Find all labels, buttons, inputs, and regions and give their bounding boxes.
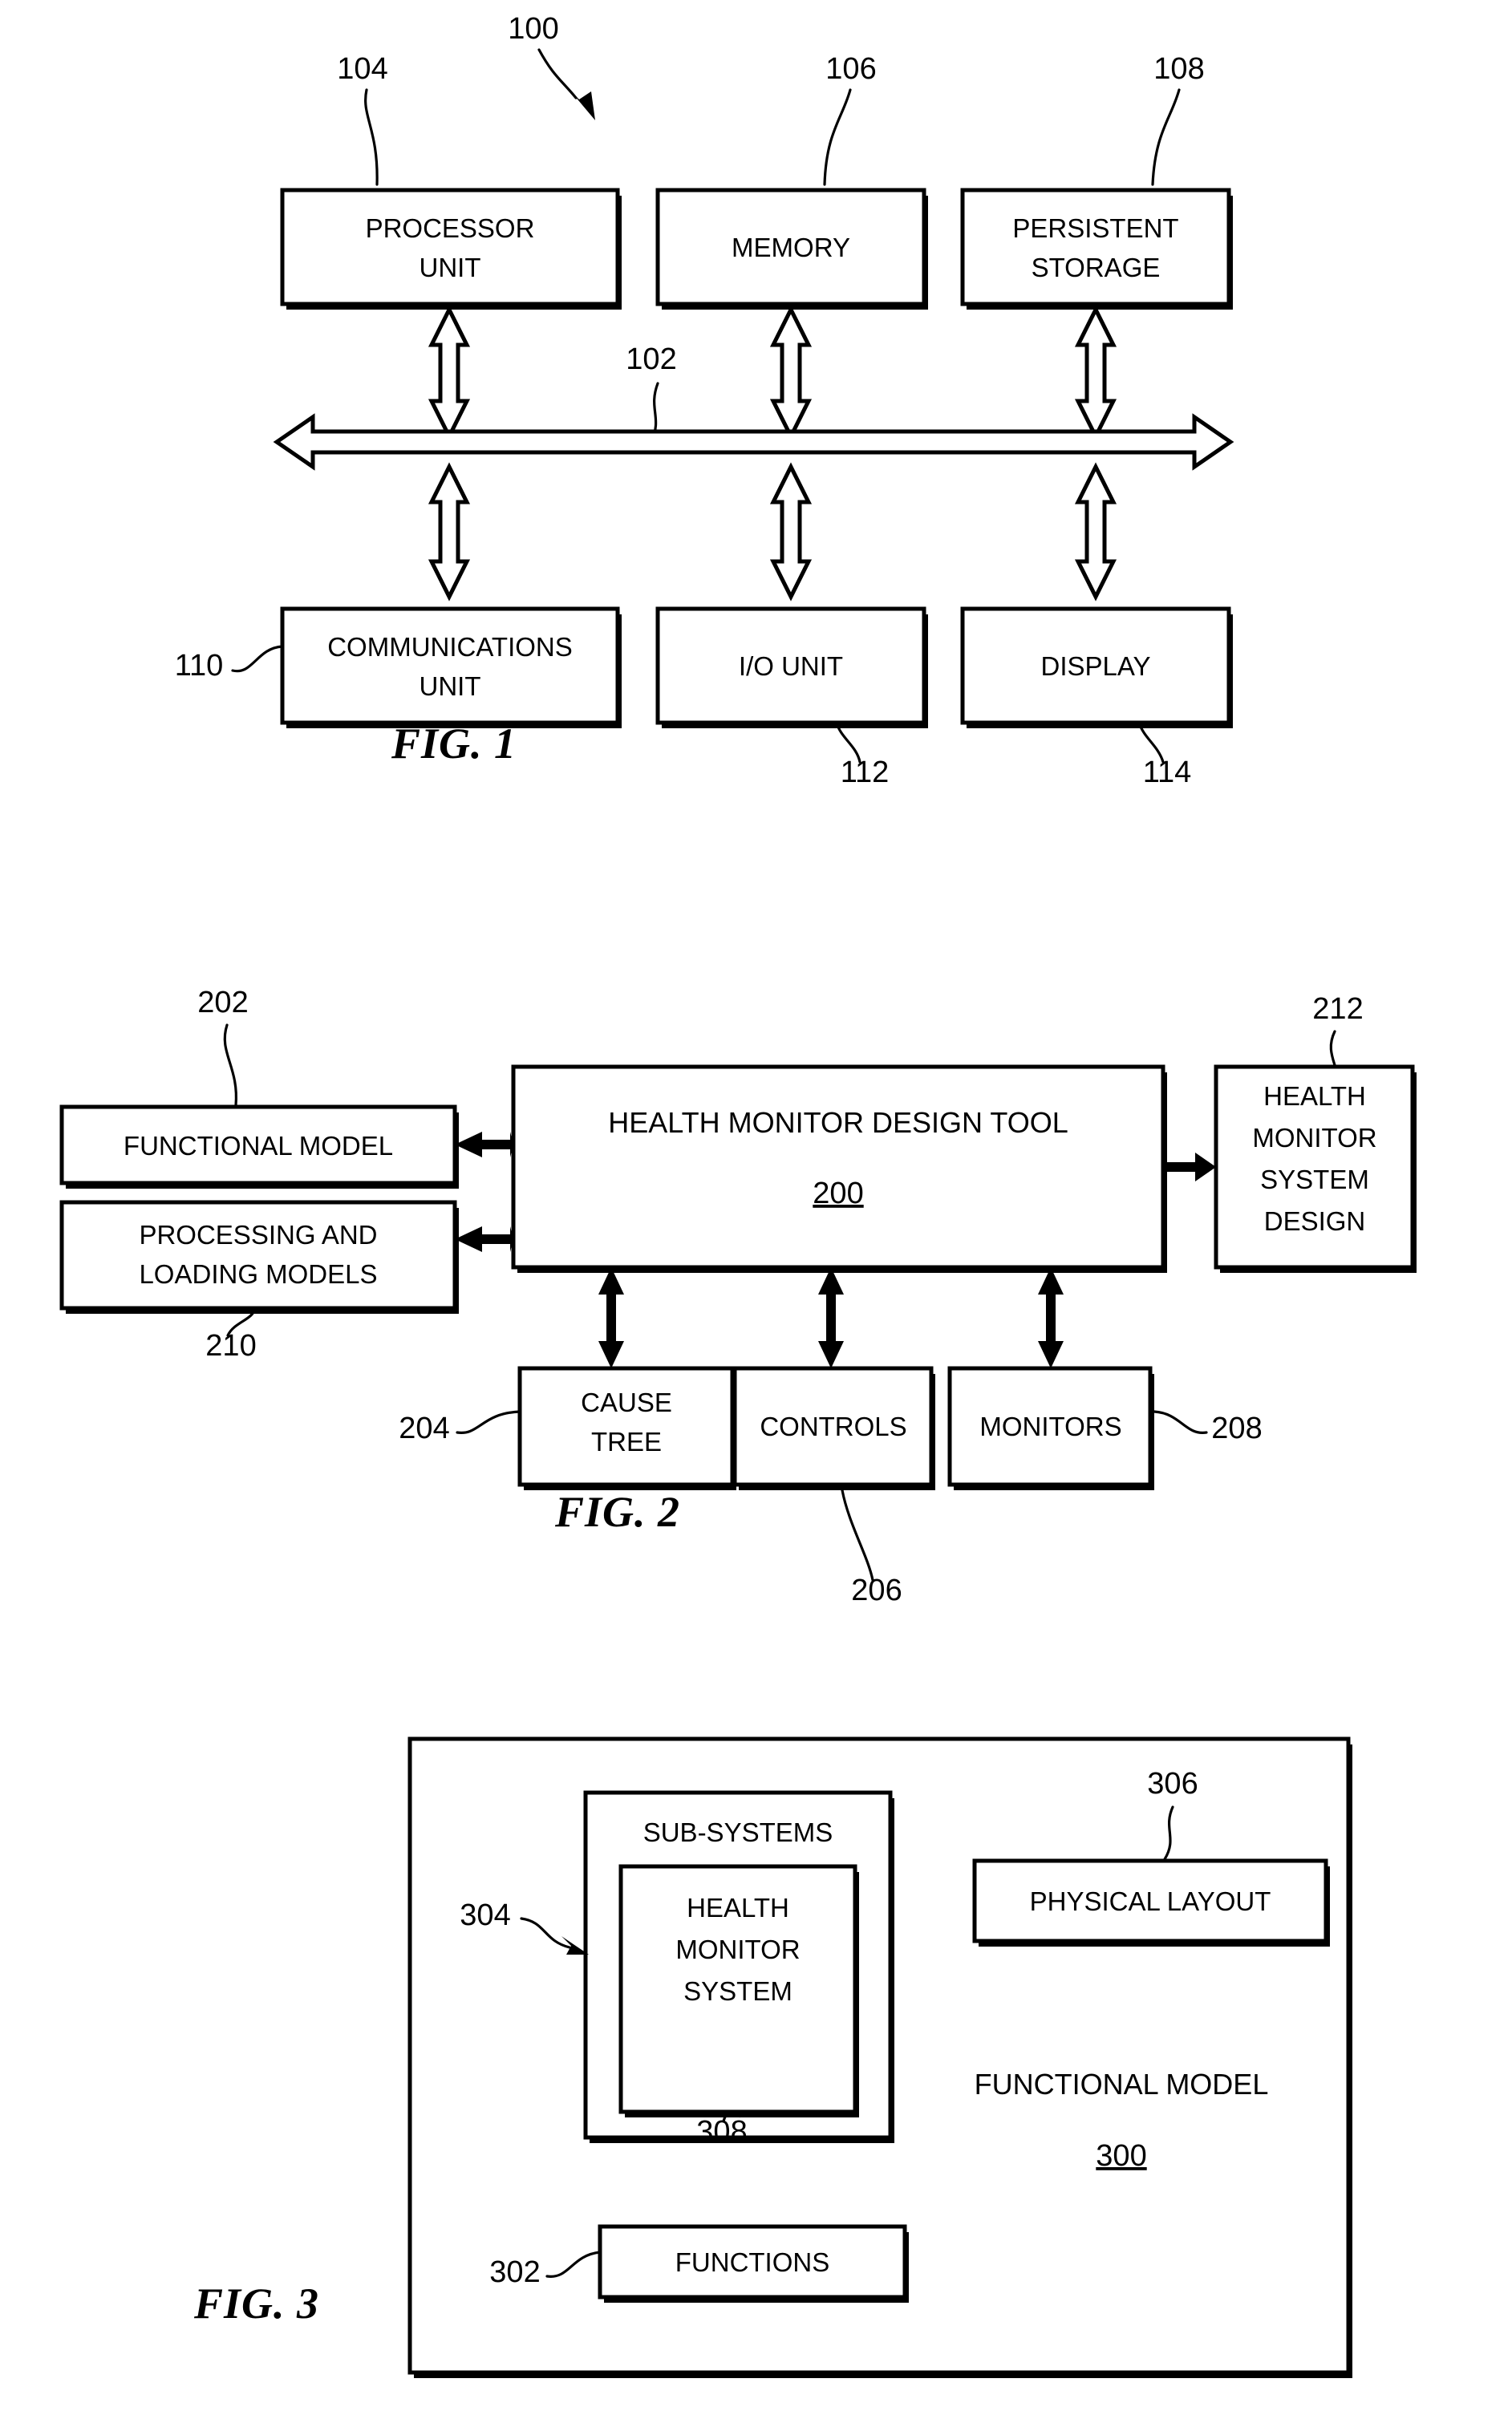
box-label-line-1: MEMORY (732, 233, 850, 262)
box-label-line-1: PERSISTENT (1012, 213, 1178, 243)
box-label-line-1: HEALTH (1263, 1081, 1366, 1111)
container-numeral: 300 (1096, 2139, 1146, 2173)
box-health-monitor-system: HEALTH MONITOR SYSTEM (618, 1864, 859, 2117)
numeral-112: 112 (841, 756, 890, 789)
box-label-line-1: HEALTH (687, 1893, 789, 1923)
numeral-102: 102 (626, 342, 676, 376)
box-io-unit: I/O UNIT (655, 606, 928, 728)
box-label-line-2: STORAGE (1032, 253, 1161, 282)
box-label-line-1: DISPLAY (1041, 651, 1151, 681)
box-health-monitor-system-design: HEALTH MONITOR SYSTEM DESIGN (1214, 1064, 1417, 1273)
container-label: FUNCTIONAL MODEL (975, 2068, 1269, 2101)
box-label-line-2: TREE (591, 1427, 662, 1457)
numeral-114: 114 (1143, 756, 1192, 789)
numeral-208: 208 (1211, 1412, 1262, 1445)
numeral-304: 304 (460, 1898, 510, 1932)
box-label-line-3: SYSTEM (683, 1976, 792, 2006)
box-functional-model: FUNCTIONAL MODEL (59, 1104, 459, 1189)
numeral-204: 204 (399, 1412, 449, 1445)
box-label-line-1: FUNCTIONAL MODEL (124, 1131, 393, 1161)
numeral-210: 210 (205, 1329, 256, 1363)
figure-caption-1: FIG. 1 (391, 719, 517, 768)
numeral-106: 106 (825, 52, 876, 86)
box-label-line-1: CONTROLS (760, 1412, 906, 1441)
center-box-numeral: 200 (813, 1177, 863, 1210)
box-label-sub-systems: SUB-SYSTEMS (643, 1817, 833, 1847)
figure-caption-2: FIG. 2 (554, 1488, 680, 1536)
box-label-line-2: MONITOR (675, 1935, 800, 1964)
box-label-line-1: I/O UNIT (739, 651, 843, 681)
numeral-104: 104 (337, 52, 387, 86)
box-label-line-2: MONITOR (1252, 1123, 1376, 1153)
box-label-line-1: COMMUNICATIONS (327, 632, 573, 662)
box-label-line-2: LOADING MODELS (139, 1259, 377, 1289)
numeral-308: 308 (696, 2115, 747, 2149)
box-communications-unit: COMMUNICATIONS UNIT (280, 606, 622, 728)
box-label-line-2: UNIT (420, 253, 481, 282)
box-physical-layout: PHYSICAL LAYOUT (972, 1858, 1330, 1947)
box-controls: CONTROLS (732, 1366, 935, 1490)
box-display: DISPLAY (960, 606, 1233, 728)
box-functions: FUNCTIONS (598, 2224, 909, 2303)
box-label-line-4: DESIGN (1264, 1206, 1366, 1236)
numeral-110: 110 (175, 649, 224, 683)
box-processing-loading-models: PROCESSING AND LOADING MODELS (59, 1200, 459, 1314)
box-memory: MEMORY (655, 188, 928, 310)
numeral-206: 206 (851, 1574, 902, 1607)
figure-caption-3: FIG. 3 (193, 2279, 319, 2328)
box-monitors: MONITORS (947, 1366, 1154, 1490)
box-persistent-storage: PERSISTENT STORAGE (960, 188, 1233, 310)
box-label-physical-layout: PHYSICAL LAYOUT (1030, 1886, 1271, 1916)
box-label-line-1: PROCESSING AND (139, 1220, 377, 1250)
box-processor-unit: PROCESSOR UNIT (280, 188, 622, 310)
numeral-306: 306 (1147, 1767, 1198, 1801)
box-label-line-1: CAUSE (581, 1388, 672, 1417)
center-box-label: HEALTH MONITOR DESIGN TOOL (608, 1106, 1068, 1139)
numeral-100: 100 (508, 12, 558, 46)
box-cause-tree: CAUSE TREE (517, 1366, 736, 1490)
box-label-line-1: PROCESSOR (366, 213, 535, 243)
box-label-line-1: MONITORS (979, 1412, 1121, 1441)
patent-drawing-sheet: 100 104 106 108 PROCESSOR UNIT MEMORY PE… (0, 0, 1512, 2415)
numeral-302: 302 (489, 2255, 540, 2289)
box-label-line-3: SYSTEM (1260, 1165, 1369, 1194)
box-label-functions: FUNCTIONS (675, 2247, 830, 2277)
box-label-line-2: UNIT (420, 671, 481, 701)
box-health-monitor-design-tool: HEALTH MONITOR DESIGN TOOL 200 (511, 1064, 1167, 1273)
numeral-108: 108 (1153, 52, 1204, 86)
numeral-202: 202 (197, 986, 248, 1019)
numeral-212: 212 (1312, 992, 1363, 1026)
